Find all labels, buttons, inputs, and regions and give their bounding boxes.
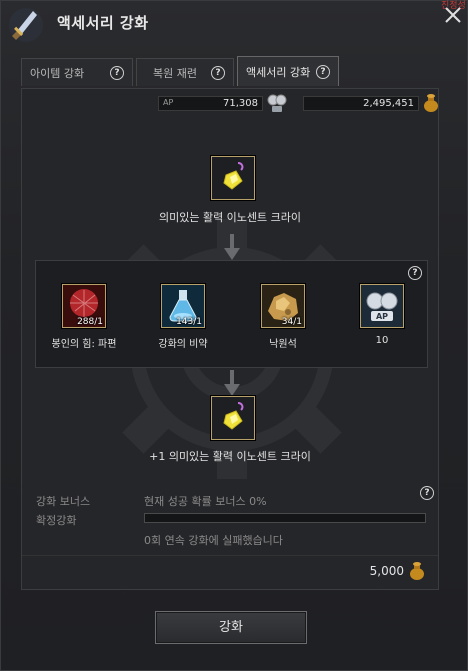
materials-box: ? 288/1 봉인의 힘: 파편 143/1 강화의 비약 34/1 낙원석 … xyxy=(35,260,428,368)
target-item-slot[interactable] xyxy=(211,156,255,200)
material-count: 143/1 xyxy=(176,317,202,327)
material-slot[interactable]: 288/1 xyxy=(62,284,106,328)
help-icon[interactable]: ? xyxy=(110,65,124,80)
material-slot[interactable]: AP xyxy=(360,284,404,328)
silver-bag-icon xyxy=(424,94,438,112)
guaranteed-progress-bar xyxy=(144,513,426,523)
material-label: 봉인의 힘: 파편 xyxy=(51,339,117,350)
fail-count-text: 0회 연속 강화에 실패했습니다 xyxy=(144,534,283,547)
close-button[interactable] xyxy=(441,5,465,29)
bonus-text: 현재 성공 확률 보너스 0% xyxy=(144,495,267,508)
enhancement-window: 액세서리 강화 진정성 아이템 강화 ? 복원 재련 ? 액세서리 강화 ? A… xyxy=(0,0,468,671)
tab-bar: 아이템 강화 ? 복원 재련 ? 액세서리 강화 ? xyxy=(21,56,342,88)
help-icon[interactable]: ? xyxy=(211,65,225,80)
tab-restore-refine[interactable]: 복원 재련 ? xyxy=(136,58,234,86)
tab-label: 아이템 강화 xyxy=(30,66,85,80)
material-count: 288/1 xyxy=(77,317,103,327)
help-icon[interactable]: ? xyxy=(420,486,434,500)
material-label: 강화의 비약 xyxy=(158,339,208,350)
divider xyxy=(22,555,438,556)
currency-row: AP 71,308 2,495,451 xyxy=(158,94,438,112)
arrow-down-icon xyxy=(224,234,240,260)
close-icon xyxy=(445,7,461,23)
silver-bag-icon xyxy=(410,562,424,580)
ap-icon xyxy=(267,94,287,112)
cost-value: 5,000 xyxy=(369,564,404,578)
bonus-label: 강화 보너스 xyxy=(36,495,91,508)
enhance-panel: AP 71,308 2,495,451 의미있는 활력 이노센트 크라이 ? 2… xyxy=(21,88,439,590)
tab-item-enhance[interactable]: 아이템 강화 ? xyxy=(21,58,133,86)
ap-label: AP xyxy=(163,98,174,107)
help-icon[interactable]: ? xyxy=(408,266,422,280)
gem-earring-icon xyxy=(212,157,254,199)
silver-display: 2,495,451 xyxy=(303,96,419,111)
ap-display: AP 71,308 xyxy=(158,96,263,111)
tab-accessory-enhance[interactable]: 액세서리 강화 ? xyxy=(237,56,339,86)
material-slot[interactable]: 143/1 xyxy=(161,284,205,328)
material-count: 34/1 xyxy=(281,317,302,327)
ap-value: 71,308 xyxy=(223,98,258,109)
guaranteed-label: 확정강화 xyxy=(36,514,77,527)
result-item-name: +1 의미있는 활력 이노센트 크라이 xyxy=(149,450,311,463)
title-bar[interactable]: 액세서리 강화 진정성 xyxy=(1,1,468,47)
material-slot[interactable]: 34/1 xyxy=(261,284,305,328)
cost-row: 5,000 xyxy=(308,561,428,581)
arrow-down-icon xyxy=(224,370,240,396)
silver-value: 2,495,451 xyxy=(363,98,414,109)
svg-text:AP: AP xyxy=(376,312,388,321)
enhance-button[interactable]: 강화 xyxy=(155,611,307,644)
gem-earring-icon xyxy=(212,397,254,439)
bonus-area: ? 강화 보너스 현재 성공 확률 보너스 0% 확정강화 0회 연속 강화에 … xyxy=(22,481,438,551)
result-item-slot[interactable] xyxy=(211,396,255,440)
help-icon[interactable]: ? xyxy=(316,64,330,79)
material-label: 10 xyxy=(375,335,389,346)
dagger-icon xyxy=(9,8,43,42)
window-title: 액세서리 강화 xyxy=(57,14,149,32)
tab-label: 액세서리 강화 xyxy=(246,65,311,79)
target-item-name: 의미있는 활력 이노센트 크라이 xyxy=(158,211,302,224)
material-label: 낙원석 xyxy=(269,339,297,350)
ap-badge-icon: AP xyxy=(361,285,403,327)
tab-label: 복원 재련 xyxy=(153,66,197,80)
